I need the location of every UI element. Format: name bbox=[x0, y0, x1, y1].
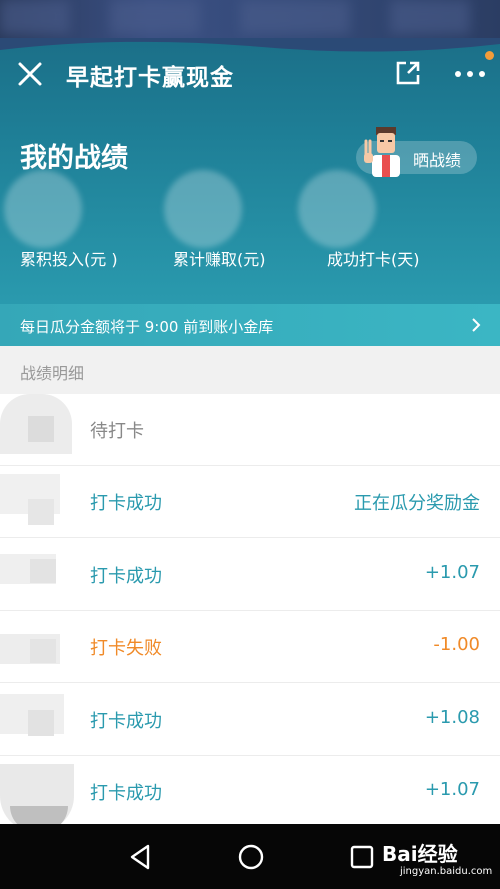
record-amount: 正在瓜分奖励金 bbox=[354, 493, 480, 514]
back-icon[interactable] bbox=[126, 842, 154, 872]
avatar bbox=[364, 127, 400, 177]
stat-value-earned bbox=[164, 170, 242, 248]
stat-label-earned: 累计赚取(元) bbox=[173, 250, 266, 269]
share-icon[interactable] bbox=[394, 59, 422, 87]
record-amount: +1.07 bbox=[424, 779, 480, 800]
more-icon[interactable] bbox=[452, 60, 488, 88]
share-record-label: 晒战绩 bbox=[413, 151, 462, 170]
detail-header-text: 战绩明细 bbox=[20, 364, 85, 383]
record-status: 打卡成功 bbox=[90, 566, 162, 587]
stats-title: 我的战绩 bbox=[20, 143, 128, 174]
watermark-url: jingyan.baidu.com bbox=[400, 866, 493, 877]
hero-wave bbox=[0, 38, 500, 52]
record-status: 打卡成功 bbox=[90, 493, 162, 514]
record-status: 打卡失败 bbox=[90, 638, 162, 659]
record-status: 打卡成功 bbox=[90, 783, 162, 804]
close-icon[interactable] bbox=[16, 60, 44, 88]
stat-value-invested bbox=[4, 170, 82, 248]
payout-notice[interactable]: 每日瓜分金额将于 9:00 前到账小金库 bbox=[0, 304, 500, 346]
payout-notice-text: 每日瓜分金额将于 9:00 前到账小金库 bbox=[20, 318, 274, 336]
status-bar bbox=[0, 0, 500, 38]
record-amount: +1.08 bbox=[424, 707, 480, 728]
page-title: 早起打卡赢现金 bbox=[66, 65, 234, 91]
stat-label-days: 成功打卡(天) bbox=[327, 250, 420, 269]
watermark-brand: Bai经验 bbox=[382, 842, 458, 866]
recent-apps-icon[interactable] bbox=[349, 844, 375, 870]
chevron-right-icon bbox=[472, 318, 481, 332]
home-icon[interactable] bbox=[236, 842, 266, 872]
record-status: 待打卡 bbox=[90, 421, 144, 442]
stat-value-days bbox=[298, 170, 376, 248]
detail-section-header: 战绩明细 bbox=[0, 346, 500, 394]
record-amount: -1.00 bbox=[433, 634, 480, 655]
baidu-watermark: Bai经验 jingyan.baidu.com bbox=[382, 830, 498, 886]
hero-panel: 早起打卡赢现金 我的战绩 晒战绩 累积投入(元 ) 累计赚取(元) 成功打卡(天… bbox=[0, 38, 500, 304]
record-amount: +1.07 bbox=[424, 562, 480, 583]
date-column-mosaic bbox=[0, 394, 78, 832]
stat-label-invested: 累积投入(元 ) bbox=[20, 250, 118, 269]
record-status: 打卡成功 bbox=[90, 711, 162, 732]
notification-dot bbox=[485, 51, 494, 60]
